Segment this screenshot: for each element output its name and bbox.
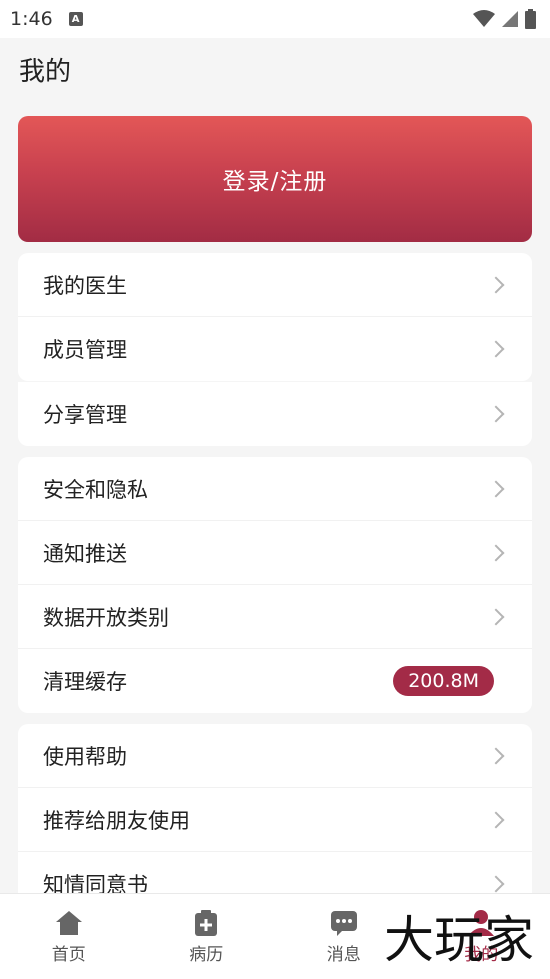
menu-item-label: 清理缓存 [43,670,127,694]
chevron-right-icon [487,340,505,358]
menu-card-account: 我的医生 成员管理 [18,253,532,381]
watermark-text: 大玩家 [384,911,534,969]
home-icon [55,911,82,935]
tab-label: 消息 [326,945,361,965]
menu-card-settings: 安全和隐私 通知推送 数据开放类别 清理缓存 200.8M [18,457,532,713]
menu-item-label: 数据开放类别 [43,605,169,630]
menu-card-help: 使用帮助 推荐给朋友使用 知情同意书 [18,724,532,916]
menu-item-member-management[interactable]: 成员管理 [18,317,532,381]
chevron-right-icon [487,875,505,893]
message-icon [330,911,357,936]
menu-item-label: 成员管理 [43,338,127,362]
tab-medical-records[interactable]: 病历 [138,894,276,979]
tab-home[interactable]: 首页 [0,894,138,979]
page-title: 我的 [19,56,72,87]
menu-item-share-management[interactable]: 分享管理 [18,382,532,446]
notification-icon: A [68,12,83,26]
medical-record-icon [195,910,218,936]
chevron-right-icon [487,747,505,764]
menu-item-notifications[interactable]: 通知推送 [18,521,532,585]
cache-size-badge: 200.8M [393,666,494,696]
chevron-right-icon [487,480,505,497]
chevron-right-icon [487,544,505,561]
menu-item-label: 使用帮助 [43,744,127,769]
menu-item-data-categories[interactable]: 数据开放类别 [18,585,532,649]
wifi-icon [473,10,495,27]
tab-label: 病历 [189,945,224,965]
status-bar: 1:46 A [0,0,550,38]
chevron-right-icon [487,276,505,293]
menu-item-recommend-friends[interactable]: 推荐给朋友使用 [18,788,532,852]
menu-item-label: 安全和隐私 [43,477,148,502]
login-register-label: 登录/注册 [222,169,328,195]
watermark-logo: 大玩家 [384,911,534,969]
login-register-button[interactable]: 登录/注册 [18,116,532,242]
status-time: 1:46 [10,8,53,30]
chevron-right-icon [487,608,505,625]
menu-item-security-privacy[interactable]: 安全和隐私 [18,457,532,521]
menu-item-clear-cache[interactable]: 清理缓存 200.8M [18,649,532,713]
menu-card-share: 分享管理 [18,382,532,446]
chevron-right-icon [487,405,505,423]
battery-icon [525,9,536,29]
signal-icon [502,11,518,27]
menu-item-label: 分享管理 [43,403,127,427]
tab-label: 首页 [51,945,86,965]
chevron-right-icon [487,811,505,828]
menu-item-label: 我的医生 [43,273,127,298]
menu-item-my-doctors[interactable]: 我的医生 [18,253,532,317]
menu-item-help[interactable]: 使用帮助 [18,724,532,788]
menu-item-label: 通知推送 [43,541,127,566]
menu-item-label: 推荐给朋友使用 [43,808,190,833]
